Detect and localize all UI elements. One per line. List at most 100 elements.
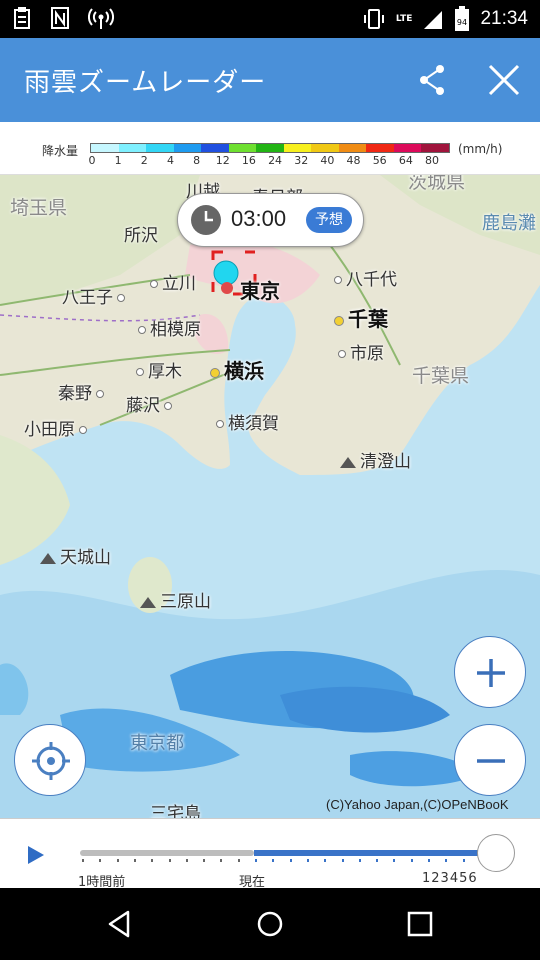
legend-swatch [366, 144, 394, 152]
label-hadano: 秦野 [58, 379, 108, 404]
timeline-future-track[interactable] [254, 850, 490, 856]
screen: LTE 94 21:34 雨雲ズームレーダー 降水量 (mm/h) 012481… [0, 0, 540, 960]
city-dot [138, 326, 146, 334]
label-chiba: 千葉 [330, 303, 388, 332]
timeline-tick [116, 859, 119, 862]
status-bar: LTE 94 21:34 [0, 0, 540, 38]
timeline-slider-thumb[interactable] [477, 834, 515, 872]
recent-apps-button[interactable] [404, 908, 436, 940]
network-type: LTE [395, 14, 413, 24]
label-atsugi: 厚木 [132, 357, 182, 382]
timeline-tick [272, 859, 275, 862]
close-icon [488, 64, 520, 96]
timeline-tick [203, 859, 206, 862]
legend-stop-label: 0 [88, 154, 96, 167]
timeline-tick [410, 859, 413, 862]
play-button[interactable] [24, 843, 48, 867]
legend-swatch [256, 144, 284, 152]
label-mihara: 三原山 [140, 587, 211, 612]
home-button[interactable] [254, 908, 286, 940]
label-hachioji: 八王子 [62, 283, 129, 308]
label-ichihara: 市原 [334, 339, 384, 364]
timeline-tick [185, 859, 188, 862]
my-location-button[interactable] [14, 724, 86, 796]
timeline-tick [306, 859, 309, 862]
label-yokosuka: 横須賀 [212, 409, 279, 434]
app-bar: 雨雲ズームレーダー [0, 38, 540, 122]
timeline-tick [324, 859, 327, 862]
status-icons-left [12, 6, 114, 30]
legend-stop-label: 64 [398, 154, 413, 167]
map-copyright: (C)Yahoo Japan,(C)OPeNBooK [326, 797, 509, 812]
label-kashimanada: 鹿島灘 [482, 213, 536, 234]
legend-stop-label: 12 [215, 154, 230, 167]
share-icon [420, 65, 444, 95]
timeline-past-track[interactable] [80, 850, 254, 856]
zoom-out-button[interactable] [454, 724, 526, 796]
battery-icon: 94 [455, 6, 470, 31]
timeline-tick [99, 859, 102, 862]
city-dot [150, 280, 158, 288]
forecast-badge: 予想 [306, 207, 352, 233]
legend-swatch [146, 144, 174, 152]
home-icon [257, 911, 283, 937]
label-odawara: 小田原 [24, 415, 91, 440]
mountain-icon [40, 552, 56, 564]
back-button[interactable] [104, 908, 136, 940]
legend-stop-label: 56 [372, 154, 387, 167]
timeline-tick [82, 859, 84, 862]
signal-icon [424, 11, 443, 29]
share-button[interactable] [412, 60, 452, 100]
label-sagamihara: 相模原 [134, 315, 201, 340]
battery-level: 94 [457, 18, 467, 27]
city-dot [334, 276, 342, 284]
legend-swatch [283, 144, 312, 152]
back-icon [108, 910, 130, 938]
app-title: 雨雲ズームレーダー [24, 68, 267, 98]
city-dot [79, 426, 87, 434]
legend-swatch [311, 144, 339, 152]
forecast-time-chip[interactable]: 03:00 予想 [177, 193, 364, 247]
clipboard-icon [14, 7, 30, 29]
legend-color-scale [90, 143, 450, 153]
play-icon [28, 846, 44, 864]
city-dot [164, 402, 172, 410]
label-kiyosumi: 清澄山 [340, 447, 411, 472]
label-yachiyo: 八千代 [330, 265, 397, 290]
city-dot [117, 294, 125, 302]
legend-title: 降水量 [42, 144, 79, 158]
legend-stop-label: 2 [140, 154, 148, 167]
label-tokyo-metropolis: 東京都 [130, 733, 184, 754]
legend-stop-label: 24 [268, 154, 283, 167]
label-amagi: 天城山 [40, 543, 111, 568]
clock: 21:34 [480, 8, 528, 29]
legend-stop-label: 4 [166, 154, 174, 167]
timeline-tick [341, 859, 344, 862]
legend-stop-label: 40 [320, 154, 335, 167]
clock-icon [191, 205, 221, 235]
label-tokyo: 東京 [240, 279, 280, 303]
label-fujisawa: 藤沢 [126, 391, 176, 416]
radar-map[interactable]: 埼玉県 茨城県 鹿島灘 川越 春日部 所沢 立川 八王子 東京 八千代 千葉 相… [0, 175, 540, 818]
legend-swatch [173, 144, 202, 152]
legend-swatch [228, 144, 257, 152]
zoom-in-button[interactable] [454, 636, 526, 708]
vibrate-icon [363, 9, 384, 29]
timeline-tick [376, 859, 379, 862]
timeline-tick [445, 859, 448, 862]
close-button[interactable] [484, 60, 524, 100]
map-canvas [0, 175, 540, 818]
timeline-tick [428, 859, 430, 862]
label-saitama: 埼玉県 [10, 197, 68, 219]
timeline-tick [220, 859, 223, 862]
precipitation-legend: 降水量 (mm/h) 0 1 2 4 8 12 16 24 32 40 48 56 64 80 [0, 122, 540, 175]
plus-icon [477, 659, 505, 687]
city-dot [216, 420, 224, 428]
forecast-time: 03:00 [231, 206, 287, 231]
status-icons-right: LTE 94 21:34 [362, 6, 528, 32]
nfc-icon [51, 7, 69, 29]
timeline-tick [133, 859, 136, 862]
legend-stop-label: 8 [193, 154, 201, 167]
legend-unit: (mm/h) [458, 142, 503, 156]
legend-swatch [421, 144, 449, 152]
